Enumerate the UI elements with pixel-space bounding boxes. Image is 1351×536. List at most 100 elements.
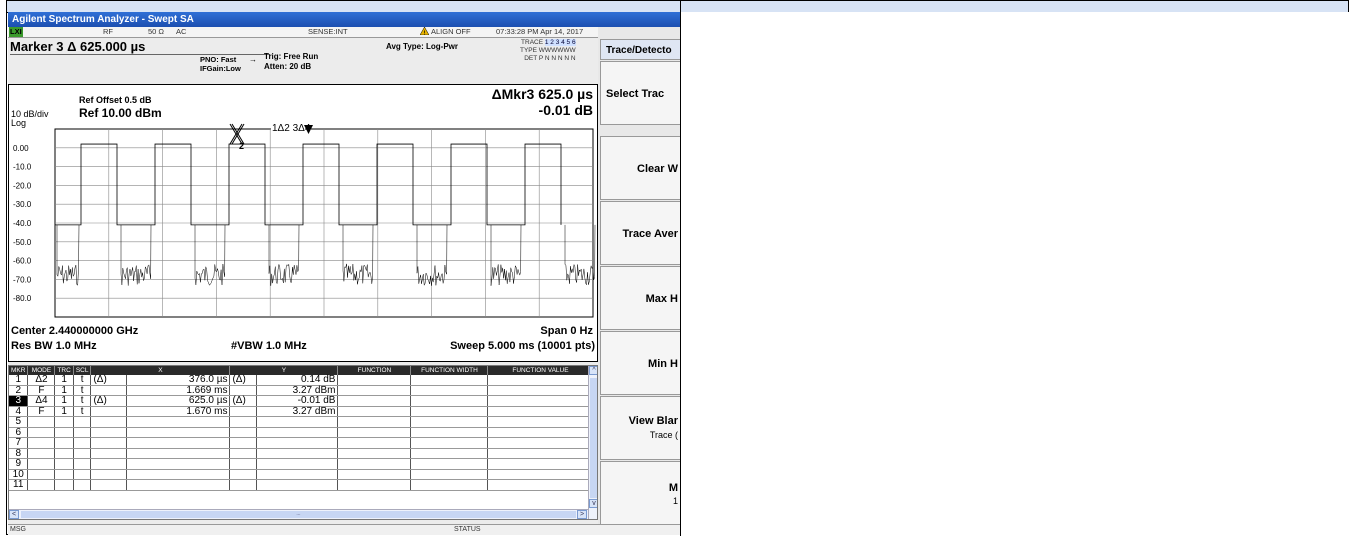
marker-cell-mkr: 10 [9, 469, 29, 480]
marker-cell-mode [27, 479, 56, 491]
marker-cell-yp [229, 416, 258, 428]
noise-burst [56, 224, 80, 286]
noise-floor [56, 224, 596, 287]
noise-burst [194, 224, 226, 286]
min-hold-button[interactable]: Min H [600, 331, 680, 395]
marker-cell-function [487, 479, 594, 491]
marker-cell-xp [90, 448, 128, 459]
warning-icon: ! [419, 26, 430, 38]
marker-cell-function [487, 448, 594, 459]
marker-cell-y [256, 437, 339, 449]
scroll-up-icon[interactable]: ^ [589, 366, 597, 375]
more-button[interactable]: M 1 [600, 461, 680, 525]
marker-table-row[interactable]: 2 F 1 t 1.669 ms 3.27 dBm [9, 385, 594, 396]
h-scroll-thumb[interactable]: ... [21, 511, 576, 518]
marker-cell-xp [90, 458, 128, 470]
view-blank-button[interactable]: View Blar Trace ( [600, 396, 680, 460]
marker-cell-x: 376.0 µs [126, 375, 231, 386]
softkey-panel: Trace/Detecto Select Trac Clear W Trace … [598, 27, 680, 527]
attenuation-setting: Atten: 20 dB [264, 62, 312, 71]
select-trace-button[interactable]: Select Trac [600, 61, 680, 125]
marker-cell-function [337, 479, 412, 491]
marker-table-row[interactable]: 4 F 1 t 1.670 ms 3.27 dBm [9, 406, 594, 417]
det-values: P N N N N N [538, 55, 576, 62]
marker-cell-y [256, 448, 339, 459]
scroll-right-icon[interactable]: > [577, 510, 587, 519]
marker-cell-function [337, 437, 412, 449]
marker-cell-scl: t [73, 385, 92, 396]
marker-cell-function [487, 469, 594, 480]
marker-cell-mode: Δ4 [27, 395, 56, 407]
marker-cell-yp: (Δ) [229, 375, 258, 386]
marker-cell-mode [27, 448, 56, 459]
scroll-down-icon[interactable]: v [589, 499, 597, 508]
marker-cell-trc: 1 [54, 385, 74, 396]
marker-cell-x [126, 416, 231, 428]
marker-2-label: 2 [239, 141, 245, 151]
marker-cell-scl: t [73, 395, 92, 407]
trigger-setting: Trig: Free Run [264, 52, 319, 61]
marker-table-row[interactable]: 9 [9, 458, 594, 470]
trace-type-grid: TRACE 1 2 3 4 5 6 TYPE WWWWWW DET P N N … [520, 39, 576, 63]
marker-cell-mode: Δ2 [27, 375, 56, 386]
marker-table-row[interactable]: 6 [9, 427, 594, 438]
marker-cell-function [410, 469, 489, 480]
scroll-left-icon[interactable]: < [9, 510, 19, 519]
marker-cell-y [256, 469, 339, 480]
datetime: 07:33:28 PM Apr 14, 2017 [496, 27, 584, 36]
trace-values: 1 2 3 4 5 6 [544, 39, 576, 46]
marker-cell-y [256, 416, 339, 428]
clear-write-button[interactable]: Clear W [600, 136, 680, 200]
marker-cell-y [256, 427, 339, 438]
rf-indicator: RF [103, 27, 113, 36]
table-horizontal-scrollbar[interactable]: < ... > [9, 509, 588, 519]
marker-table-row[interactable]: 5 [9, 416, 594, 428]
noise-burst [416, 224, 448, 287]
marker-table-row[interactable]: 10 [9, 469, 594, 480]
marker-cell-trc [54, 416, 74, 428]
max-hold-button[interactable]: Max H [600, 266, 680, 330]
marker-cell-yp [229, 479, 258, 491]
y-tick-label: -20.0 [13, 181, 32, 190]
marker-cell-function [487, 437, 594, 449]
marker-cell-function [337, 375, 412, 386]
marker-table-row[interactable]: 1 Δ2 1 t (Δ) 376.0 µs (Δ) 0.14 dB [9, 375, 594, 386]
marker-table-row[interactable]: 8 [9, 448, 594, 459]
marker-table-row[interactable]: 7 [9, 437, 594, 449]
marker-cell-function [487, 406, 594, 417]
noise-burst [120, 224, 152, 286]
marker-cell-mode: F [27, 406, 56, 417]
log-scale: Log [11, 118, 27, 128]
marker-cell-function [337, 385, 412, 396]
marker-cell-function [487, 395, 594, 407]
marker-cell-xp [90, 479, 128, 491]
marker-cell-trc [54, 458, 74, 470]
trace-label: TRACE [521, 39, 544, 46]
y-tick-label: -40.0 [13, 219, 32, 228]
msg-label: MSG [10, 526, 26, 533]
marker-table-grid: MKR MODE TRC SCL X Y FUNCTION FUNCTION WIDTH FUN… [9, 366, 594, 491]
trig-arrow-icon: → [249, 55, 257, 64]
marker-cell-function [410, 437, 489, 449]
marker-cell-scl: t [73, 375, 92, 386]
marker-cell-y: 3.27 dBm [256, 406, 339, 417]
lxi-badge: LXI [9, 27, 23, 37]
marker-cell-mkr: 1 [9, 375, 29, 386]
marker-cell-trc: 1 [54, 406, 74, 417]
marker-cell-function [337, 416, 412, 428]
marker-cell-mkr: 6 [9, 427, 29, 438]
marker-table-row[interactable]: 11 [9, 479, 594, 491]
marker-cell-xp [90, 406, 128, 417]
scroll-thumb[interactable] [590, 378, 597, 498]
trace-average-button[interactable]: Trace Aver [600, 201, 680, 265]
table-vertical-scrollbar[interactable]: ^ v [588, 366, 597, 519]
align-indicator: ALIGN OFF [431, 27, 471, 36]
marker-cell-yp [229, 385, 258, 396]
marker-cell-x [126, 479, 231, 491]
noise-burst [564, 224, 596, 286]
y-tick-label: -60.0 [13, 257, 32, 266]
marker-cell-function [337, 448, 412, 459]
marker-table-row[interactable]: 3 Δ4 1 t (Δ) 625.0 µs (Δ) -0.01 dB [9, 395, 594, 407]
ref-level: Ref 10.00 dBm [79, 106, 162, 120]
marker-cell-yp [229, 437, 258, 449]
